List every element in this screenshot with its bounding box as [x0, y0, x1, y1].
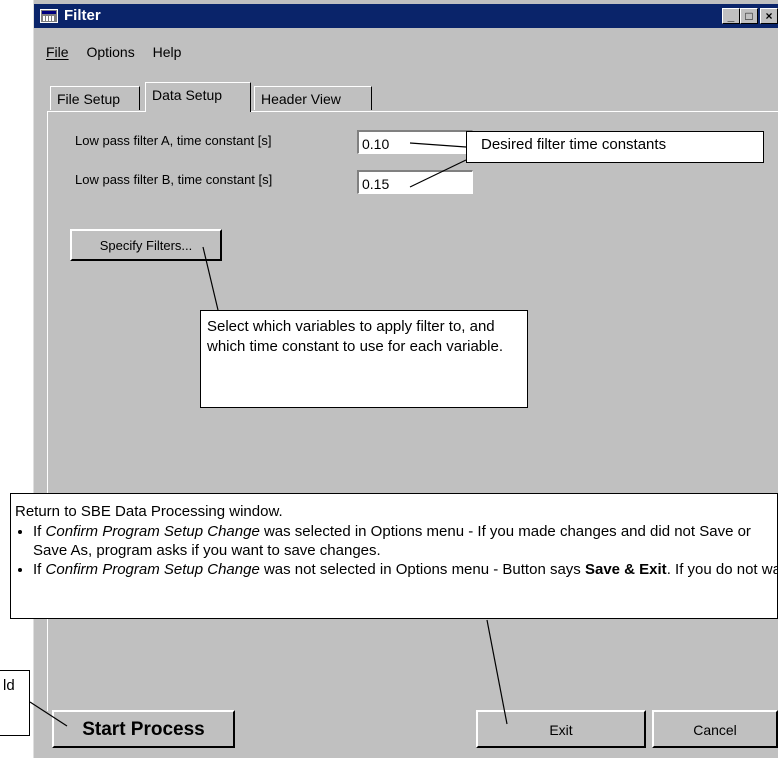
title-bar: Filter _ □ ×	[34, 4, 778, 28]
minimize-icon[interactable]: _	[722, 8, 740, 24]
menu-options[interactable]: Options	[86, 44, 134, 60]
bullet2-prefix: If	[33, 561, 46, 578]
maximize-icon[interactable]: □	[740, 8, 758, 24]
callout-return: Return to SBE Data Processing window. If…	[10, 493, 778, 619]
bullet2-suffix: . If you do not want to save changes, us…	[666, 561, 777, 578]
app-icon	[40, 9, 58, 23]
filter-b-label: Low pass filter B, time constant [s]	[75, 172, 273, 187]
callout-bullets: If Confirm Program Setup Change was sele…	[15, 522, 777, 579]
callout-return-title: Return to SBE Data Processing window.	[15, 503, 283, 520]
bullet1-emphasis: Confirm Program Setup Change	[45, 523, 260, 540]
bullet-confirm-selected: If Confirm Program Setup Change was sele…	[33, 522, 777, 560]
bullet1-prefix: If	[33, 523, 46, 540]
window-title: Filter	[64, 7, 101, 24]
bullet-confirm-not-selected: If Confirm Program Setup Change was not …	[33, 560, 777, 579]
specify-filters-button[interactable]: Specify Filters...	[70, 229, 222, 261]
callout-time-constants: Desired filter time constants	[466, 131, 764, 163]
menu-bar: File Options Help	[46, 44, 195, 60]
menu-file[interactable]: File	[46, 44, 69, 60]
filter-a-label: Low pass filter A, time constant [s]	[75, 133, 272, 148]
callout-specify-filters: Select which variables to apply filter t…	[200, 310, 528, 408]
left-callout-fragment: ld	[0, 670, 30, 736]
cancel-button[interactable]: Cancel	[652, 710, 778, 748]
bullet2-emphasis: Confirm Program Setup Change	[45, 561, 260, 578]
start-process-button[interactable]: Start Process	[52, 710, 235, 748]
tab-header-view[interactable]: Header View	[254, 86, 372, 110]
tab-data-setup[interactable]: Data Setup	[145, 82, 251, 112]
close-icon[interactable]: ×	[760, 8, 778, 24]
filter-b-input[interactable]: 0.15	[357, 170, 473, 194]
data-setup-panel	[47, 111, 778, 711]
filter-a-input[interactable]: 0.10	[357, 130, 473, 154]
bullet2-strong: Save & Exit	[584, 561, 667, 578]
left-callout-text: ld	[3, 677, 15, 694]
menu-help[interactable]: Help	[153, 44, 182, 60]
tab-file-setup[interactable]: File Setup	[50, 86, 140, 110]
bullet2-text: was not selected in Options menu - Butto…	[259, 561, 585, 578]
exit-button[interactable]: Exit	[476, 710, 646, 748]
